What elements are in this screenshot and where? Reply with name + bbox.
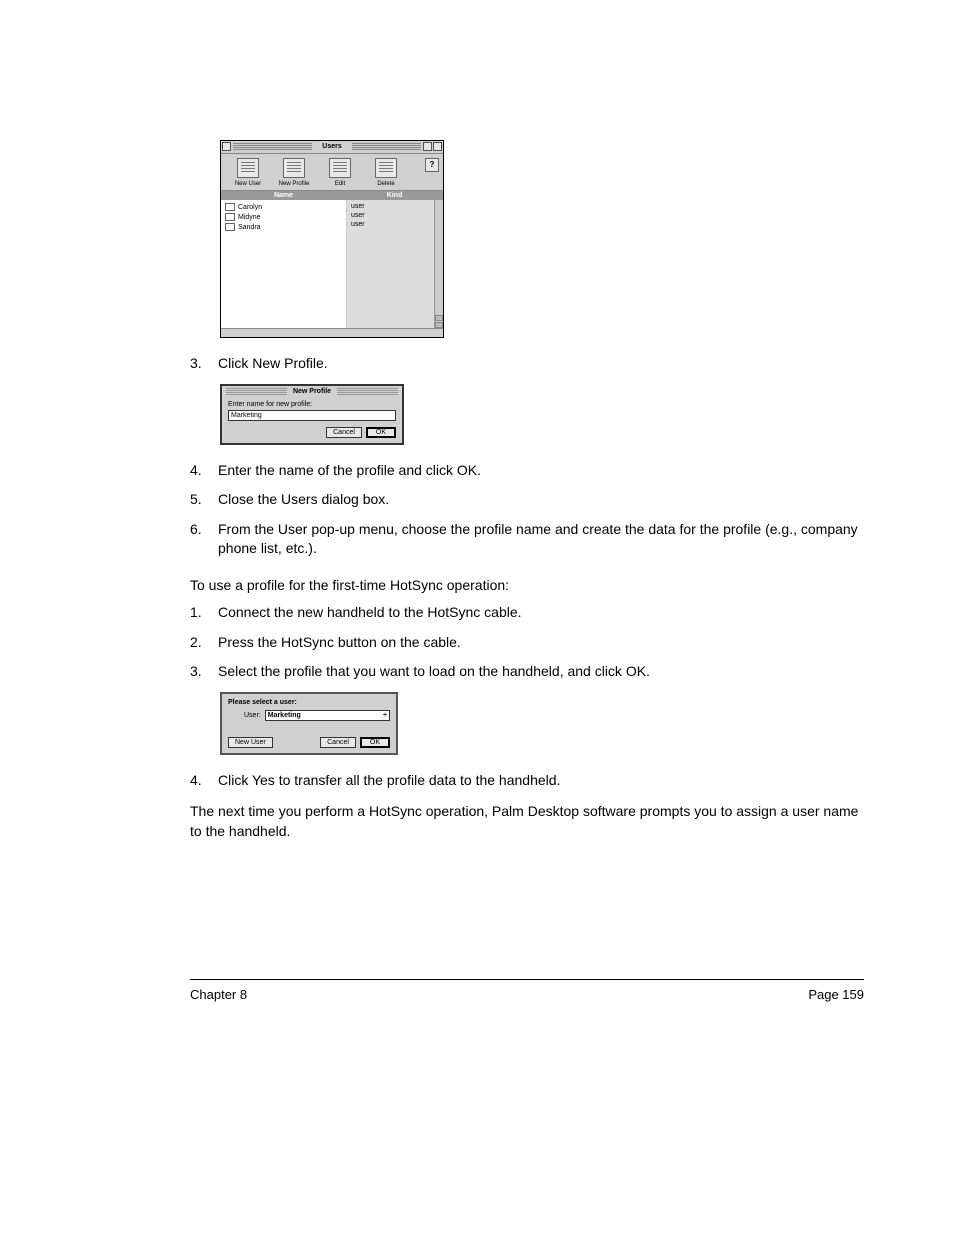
ok-button[interactable]: OK — [366, 427, 396, 438]
step-5: 5. Close the Users dialog box. — [190, 490, 864, 510]
step-4: 4. Enter the name of the profile and cli… — [190, 461, 864, 481]
zoom-icon[interactable] — [423, 142, 432, 151]
list-body: Carolyn Midyne Sandra user user user — [221, 200, 443, 328]
new-user-button[interactable]: New User — [225, 158, 271, 187]
step-text: Close the Users dialog box. — [218, 490, 864, 510]
step-number: 4. — [190, 771, 218, 791]
step-text: Select the profile that you want to load… — [218, 662, 864, 682]
person-icon — [225, 213, 235, 221]
step-text: Click New Profile. — [218, 354, 864, 374]
help-button[interactable]: ? — [425, 158, 439, 172]
step-text: Click Yes to transfer all the profile da… — [218, 771, 864, 791]
scrollbar[interactable] — [434, 200, 443, 328]
toolbar-label: New User — [225, 181, 271, 187]
hs-step-2: 2. Press the HotSync button on the cable… — [190, 633, 864, 653]
new-profile-button[interactable]: New Profile — [271, 158, 317, 187]
step-text: Press the HotSync button on the cable. — [218, 633, 864, 653]
footer-rule — [190, 979, 864, 980]
select-user-dialog: Please select a user: User: Marketing ÷ … — [220, 692, 398, 755]
user-select[interactable]: Marketing ÷ — [265, 710, 390, 721]
dialog-title: New Profile — [287, 388, 337, 395]
list-item[interactable]: Midyne — [221, 212, 346, 222]
column-kind[interactable]: Kind — [346, 191, 443, 200]
cancel-button[interactable]: Cancel — [326, 427, 362, 438]
toolbar-label: New Profile — [271, 181, 317, 187]
step-6: 6. From the User pop-up menu, choose the… — [190, 520, 864, 559]
person-icon — [225, 223, 235, 231]
profile-name-input[interactable] — [228, 410, 396, 421]
row-name: Carolyn — [238, 204, 262, 211]
step-text: Enter the name of the profile and click … — [218, 461, 864, 481]
ok-button[interactable]: OK — [360, 737, 390, 748]
chapter-label: Chapter 8 — [190, 987, 247, 1002]
figure-new-profile-dialog: New Profile Enter name for new profile: … — [220, 384, 864, 445]
row-kind: user — [347, 220, 434, 229]
list-item[interactable]: Sandra — [221, 222, 346, 232]
toolbar-label: Delete — [363, 181, 409, 187]
step-number: 2. — [190, 633, 218, 653]
delete-button[interactable]: Delete — [363, 158, 409, 187]
step-text: Connect the new handheld to the HotSync … — [218, 603, 864, 623]
list-header: Name Kind — [221, 191, 443, 200]
toolbar: New User New Profile Edit Delete ? — [221, 154, 443, 191]
step-number: 6. — [190, 520, 218, 559]
new-profile-dialog: New Profile Enter name for new profile: … — [220, 384, 404, 445]
step-number: 5. — [190, 490, 218, 510]
users-window: Users New User New Profile Edit — [220, 140, 444, 338]
document-page: Users New User New Profile Edit — [0, 0, 954, 1080]
step-number: 1. — [190, 603, 218, 623]
collapse-icon[interactable] — [433, 142, 442, 151]
prompt-label: Enter name for new profile: — [228, 401, 396, 408]
row-kind: user — [347, 202, 434, 211]
hs-step-1: 1. Connect the new handheld to the HotSy… — [190, 603, 864, 623]
selected-value: Marketing — [268, 712, 301, 719]
row-name: Sandra — [238, 224, 261, 231]
person-icon — [225, 203, 235, 211]
status-bar — [221, 328, 443, 337]
step-number: 4. — [190, 461, 218, 481]
toolbar-label: Edit — [317, 181, 363, 187]
step-text: From the User pop-up menu, choose the pr… — [218, 520, 864, 559]
row-name: Midyne — [238, 214, 261, 221]
page-number: Page 159 — [808, 987, 864, 1002]
step-number: 3. — [190, 662, 218, 682]
figure-select-user-dialog: Please select a user: User: Marketing ÷ … — [220, 692, 864, 755]
window-titlebar: Users — [221, 141, 443, 154]
new-user-button[interactable]: New User — [228, 737, 273, 748]
profile-icon — [283, 158, 305, 178]
edit-button[interactable]: Edit — [317, 158, 363, 187]
hs-step-3: 3. Select the profile that you want to l… — [190, 662, 864, 682]
user-field-label: User: — [244, 712, 261, 719]
step-3: 3. Click New Profile. — [190, 354, 864, 374]
row-kind: user — [347, 211, 434, 220]
close-icon[interactable] — [222, 142, 231, 151]
dialog-titlebar: New Profile — [222, 386, 402, 397]
dropdown-icon: ÷ — [383, 712, 387, 719]
list-item[interactable]: Carolyn — [221, 202, 346, 212]
cancel-button[interactable]: Cancel — [320, 737, 356, 748]
page-footer: Chapter 8 Page 159 — [190, 987, 864, 1002]
edit-icon — [329, 158, 351, 178]
window-title: Users — [312, 143, 352, 150]
column-name[interactable]: Name — [221, 191, 346, 200]
section-heading: To use a profile for the first-time HotS… — [190, 577, 864, 593]
prompt-label: Please select a user: — [228, 699, 390, 706]
figure-users-window: Users New User New Profile Edit — [220, 140, 864, 338]
step-number: 3. — [190, 354, 218, 374]
delete-icon — [375, 158, 397, 178]
hs-step-4: 4. Click Yes to transfer all the profile… — [190, 771, 864, 791]
closing-paragraph: The next time you perform a HotSync oper… — [190, 802, 864, 841]
person-icon — [237, 158, 259, 178]
